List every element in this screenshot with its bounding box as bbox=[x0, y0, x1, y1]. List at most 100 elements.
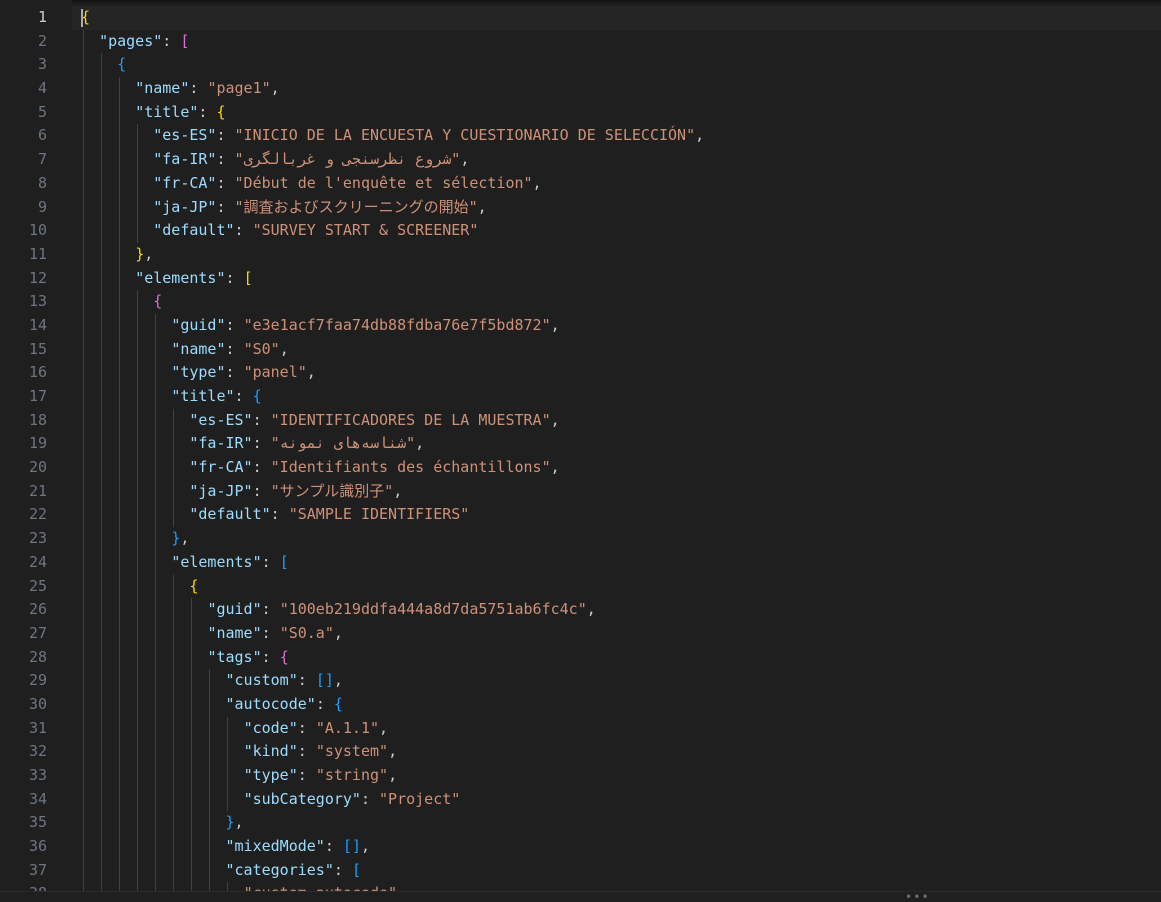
json-punctuation: , bbox=[532, 173, 542, 192]
code-line[interactable]: 16 "type": "panel", bbox=[0, 361, 1161, 385]
code-line[interactable]: 19 "fa-IR": "شناسه‌های نمونه", bbox=[0, 432, 1161, 457]
code-text[interactable]: "mixedMode": [], bbox=[81, 835, 1161, 859]
code-line[interactable]: 17 "title": { bbox=[0, 385, 1161, 409]
code-text[interactable]: "pages": [ bbox=[81, 30, 1161, 54]
code-line[interactable]: 13 { bbox=[0, 290, 1161, 314]
code-text[interactable]: "es-ES": "IDENTIFICADORES DE LA MUESTRA"… bbox=[81, 409, 1161, 433]
code-text[interactable]: "type": "string", bbox=[81, 764, 1161, 788]
code-line[interactable]: 1{ bbox=[0, 6, 1161, 30]
code-text[interactable]: "default": "SAMPLE IDENTIFIERS" bbox=[81, 503, 1161, 527]
json-key: "name" bbox=[207, 623, 262, 642]
code-text[interactable]: "fa-IR": "شروع نظرسنجی و غربالگری", bbox=[81, 148, 1161, 172]
code-line[interactable]: 28 "tags": { bbox=[0, 645, 1161, 670]
code-line[interactable]: 25 { bbox=[0, 574, 1161, 599]
code-text[interactable]: "kind": "system", bbox=[81, 740, 1161, 764]
code-text[interactable]: { bbox=[81, 575, 1161, 599]
json-punctuation: , bbox=[550, 315, 560, 334]
code-line[interactable]: 30 "autocode": { bbox=[0, 692, 1161, 717]
json-colon: : bbox=[216, 173, 226, 192]
code-text[interactable]: "custom": [], bbox=[81, 669, 1161, 693]
code-text[interactable]: "ja-JP": "サンプル識別子", bbox=[81, 480, 1161, 504]
code-text[interactable]: { bbox=[81, 290, 1161, 314]
code-text[interactable]: "name": "page1", bbox=[81, 77, 1161, 101]
code-line[interactable]: 18 "es-ES": "IDENTIFICADORES DE LA MUEST… bbox=[0, 408, 1161, 433]
code-line[interactable]: 4 "name": "page1", bbox=[0, 77, 1161, 101]
code-line[interactable]: 8 "fr-CA": "Début de l'enquête et sélect… bbox=[0, 171, 1161, 196]
code-line[interactable]: 34 "subCategory": "Project" bbox=[0, 787, 1161, 812]
code-line[interactable]: 3 { bbox=[0, 53, 1161, 78]
code-line[interactable]: 9 "ja-JP": "調査およびスクリーニングの開始", bbox=[0, 195, 1161, 220]
json-punctuation: , bbox=[234, 813, 244, 832]
json-string: "A.1.1" bbox=[315, 718, 380, 737]
code-editor[interactable]: 1{2 "pages": [3 {4 "name": "page1", 5 "ti… bbox=[0, 0, 1161, 902]
json-bracket: } bbox=[225, 813, 235, 832]
code-text[interactable]: }, bbox=[81, 243, 1161, 267]
json-punctuation: , bbox=[360, 837, 370, 856]
code-line[interactable]: 32 "kind": "system", bbox=[0, 740, 1161, 764]
json-bracket: [ bbox=[342, 837, 352, 856]
code-text[interactable]: "es-ES": "INICIO DE LA ENCUESTA Y CUESTI… bbox=[81, 124, 1161, 148]
code-text[interactable]: "fr-CA": "Identifiants des échantillons"… bbox=[81, 456, 1161, 480]
code-text[interactable]: "elements": [ bbox=[81, 267, 1161, 291]
json-punctuation: , bbox=[477, 197, 487, 216]
json-string: "100eb219ddfa444a8d7da5751ab6fc4c" bbox=[279, 600, 587, 619]
json-colon: : bbox=[198, 102, 208, 121]
json-colon: : bbox=[261, 552, 271, 571]
code-text[interactable]: "code": "A.1.1", bbox=[81, 717, 1161, 741]
code-line[interactable]: 26 "guid": "100eb219ddfa444a8d7da5751ab6… bbox=[0, 598, 1161, 622]
code-text[interactable]: "fr-CA": "Début de l'enquête et sélectio… bbox=[81, 172, 1161, 196]
code-line[interactable]: 15 "name": "S0", bbox=[0, 337, 1161, 362]
code-text[interactable]: { bbox=[81, 6, 1161, 30]
code-line[interactable]: 33 "type": "string", bbox=[0, 764, 1161, 788]
json-colon: : bbox=[216, 197, 226, 216]
code-line[interactable]: 11 }, bbox=[0, 242, 1161, 267]
code-line[interactable]: 36 "mixedMode": [], bbox=[0, 835, 1161, 859]
code-line[interactable]: 20 "fr-CA": "Identifiants des échantillo… bbox=[0, 456, 1161, 480]
code-text[interactable]: "title": { bbox=[81, 385, 1161, 409]
code-text[interactable]: }, bbox=[81, 811, 1161, 835]
code-text[interactable]: "elements": [ bbox=[81, 551, 1161, 575]
code-line[interactable]: 6 "es-ES": "INICIO DE LA ENCUESTA Y CUES… bbox=[0, 124, 1161, 149]
json-colon: : bbox=[234, 387, 244, 405]
json-punctuation: , bbox=[393, 481, 403, 500]
code-text[interactable]: "autocode": { bbox=[81, 693, 1161, 717]
code-line[interactable]: 37 "categories": [ bbox=[0, 858, 1161, 883]
code-line[interactable]: 22 "default": "SAMPLE IDENTIFIERS" bbox=[0, 503, 1161, 528]
line-number: 37 bbox=[28, 860, 47, 879]
code-line[interactable]: 35 }, bbox=[0, 811, 1161, 836]
code-line[interactable]: 14 "guid": "e3e1acf7faa74db88fdba76e7f5b… bbox=[0, 313, 1161, 338]
code-text[interactable]: "type": "panel", bbox=[81, 361, 1161, 385]
code-line[interactable]: 2 "pages": [ bbox=[0, 29, 1161, 54]
code-line[interactable]: 29 "custom": [], bbox=[0, 669, 1161, 693]
code-text[interactable]: "tags": { bbox=[81, 646, 1161, 670]
code-text[interactable]: }, bbox=[81, 527, 1161, 551]
code-text[interactable]: "ja-JP": "調査およびスクリーニングの開始", bbox=[81, 196, 1161, 220]
code-lines[interactable]: 1{2 "pages": [3 {4 "name": "page1", 5 "ti… bbox=[0, 6, 1161, 902]
code-text[interactable]: "name": "S0", bbox=[81, 338, 1161, 362]
code-text[interactable]: "title": { bbox=[81, 101, 1161, 125]
code-line[interactable]: 12 "elements": [ bbox=[0, 266, 1161, 291]
code-line[interactable]: 21 "ja-JP": "サンプル識別子", bbox=[0, 479, 1161, 504]
code-line[interactable]: 31 "code": "A.1.1", bbox=[0, 716, 1161, 741]
code-text[interactable]: "subCategory": "Project" bbox=[81, 788, 1161, 812]
code-line[interactable]: 10 "default": "SURVEY START & SCREENER" bbox=[0, 219, 1161, 243]
code-text[interactable]: "guid": "e3e1acf7faa74db88fdba76e7f5bd87… bbox=[81, 314, 1161, 338]
code-text[interactable]: "categories": [ bbox=[81, 859, 1161, 883]
json-colon: : bbox=[315, 694, 325, 713]
code-line[interactable]: 5 "title": { bbox=[0, 100, 1161, 125]
sash-handle-icon[interactable]: ••• bbox=[905, 891, 930, 902]
code-text[interactable]: "name": "S0.a", bbox=[81, 622, 1161, 646]
code-line[interactable]: 27 "name": "S0.a", bbox=[0, 621, 1161, 646]
code-text[interactable]: "fa-IR": "شناسه‌های نمونه", bbox=[81, 432, 1161, 456]
json-key: "fa-IR" bbox=[153, 150, 217, 169]
json-string: "SAMPLE IDENTIFIERS" bbox=[288, 505, 470, 524]
json-punctuation: , bbox=[279, 339, 289, 358]
code-line[interactable]: 23 }, bbox=[0, 527, 1161, 551]
code-line[interactable]: 7 "fa-IR": "شروع نظرسنجی و غربالگری", bbox=[0, 148, 1161, 172]
code-line[interactable]: 24 "elements": [ bbox=[0, 550, 1161, 575]
line-number: 31 bbox=[28, 718, 47, 737]
code-text[interactable]: "default": "SURVEY START & SCREENER" bbox=[81, 219, 1161, 243]
horizontal-scrollbar[interactable]: ••• bbox=[0, 891, 1161, 902]
code-text[interactable]: { bbox=[81, 53, 1161, 77]
code-text[interactable]: "guid": "100eb219ddfa444a8d7da5751ab6fc4… bbox=[81, 598, 1161, 622]
